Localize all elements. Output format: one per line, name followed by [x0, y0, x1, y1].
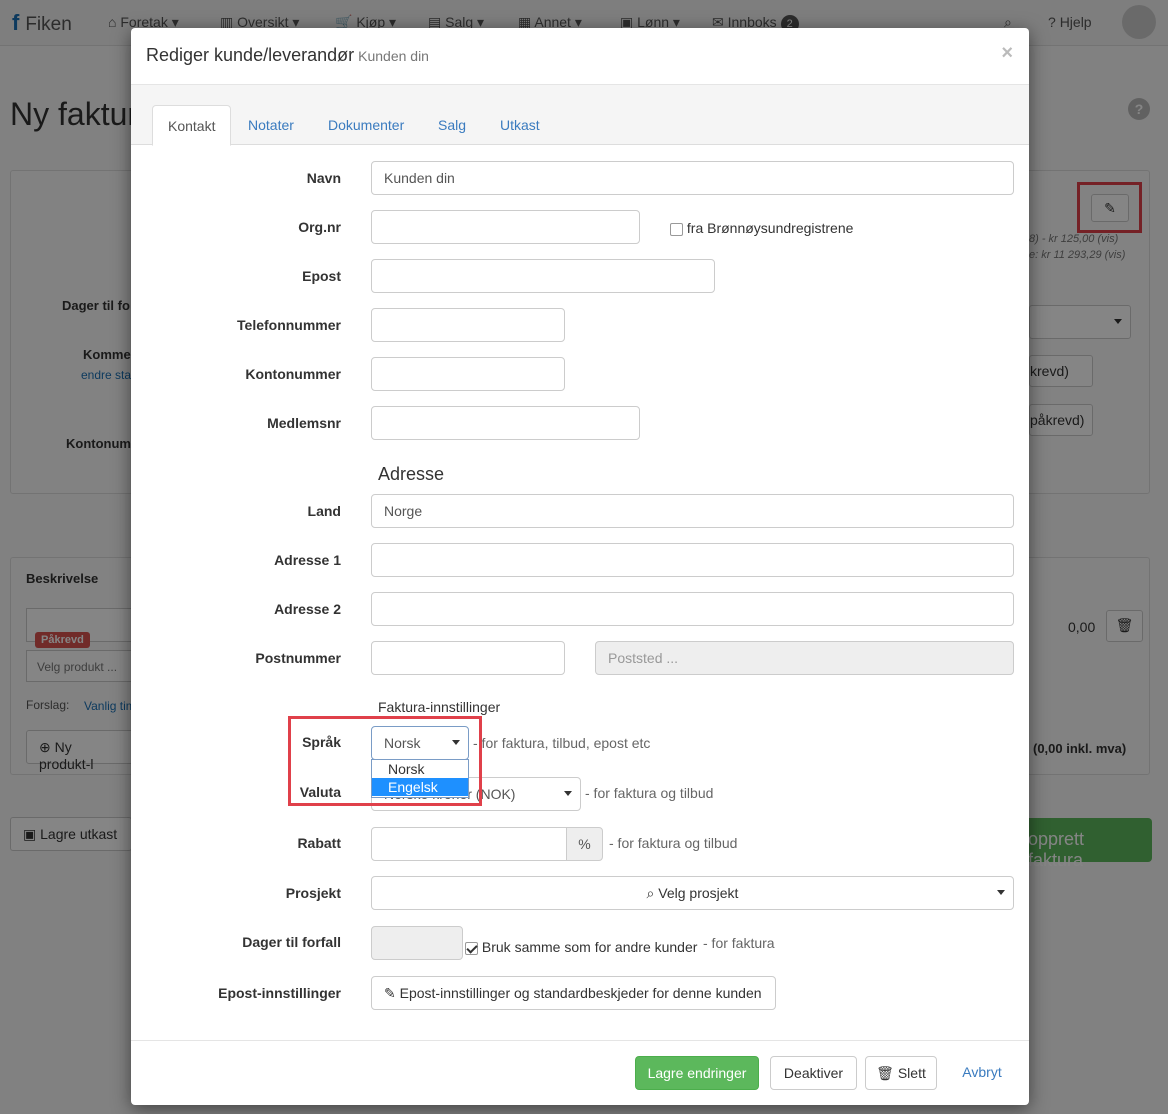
highlight-box-sprak: [288, 716, 482, 806]
percent-addon: %: [566, 827, 603, 861]
epost-settings-button[interactable]: ✎ Epost-innstillinger og standardbeskjed…: [371, 976, 776, 1010]
navn-input[interactable]: Kunden din: [371, 161, 1014, 195]
cancel-button[interactable]: Avbryt: [951, 1056, 1013, 1090]
same-as-others-checkbox[interactable]: Bruk samme som for andre kunder: [465, 939, 697, 955]
tab-kontakt[interactable]: Kontakt: [152, 105, 232, 146]
rabatt-input[interactable]: [371, 827, 567, 861]
modal-subtitle: Kunden din: [358, 48, 429, 64]
postnummer-label: Postnummer: [255, 650, 341, 666]
modal-title: Rediger kunde/leverandør Kunden din: [146, 45, 429, 65]
trash-icon: 🗑: [876, 1065, 894, 1081]
valuta-hint: - for faktura og tilbud: [585, 785, 714, 801]
konto-label: Kontonummer: [245, 366, 341, 382]
tab-notater[interactable]: Notater: [233, 105, 309, 146]
rabatt-hint: - for faktura og tilbud: [609, 835, 738, 851]
save-button[interactable]: Lagre endringer: [635, 1056, 759, 1090]
prosjekt-label: Prosjekt: [285, 885, 341, 901]
rabatt-label: Rabatt: [297, 835, 341, 851]
tab-utkast[interactable]: Utkast: [485, 105, 555, 146]
orgnr-input[interactable]: [371, 210, 640, 244]
medlem-input[interactable]: [371, 406, 640, 440]
deactivate-button[interactable]: Deaktiver: [770, 1056, 857, 1090]
konto-input[interactable]: [371, 357, 565, 391]
epost-settings-label: Epost-innstillinger: [218, 985, 341, 1001]
telefon-input[interactable]: [371, 308, 565, 342]
navn-label: Navn: [306, 170, 341, 186]
footer-divider: [131, 1040, 1029, 1041]
epost-label: Epost: [302, 268, 341, 284]
postnummer-input[interactable]: [371, 641, 565, 675]
adresse-heading: Adresse: [378, 464, 445, 484]
forfall-label: Dager til forfall: [242, 934, 341, 950]
same-as-others-label: Bruk samme som for andre kunder: [481, 939, 698, 955]
orgnr-label: Org.nr: [298, 219, 341, 235]
forfall-hint: - for faktura: [703, 935, 775, 951]
forfall-input: [371, 926, 463, 960]
edit-customer-modal: Rediger kunde/leverandør Kunden din × Kon…: [131, 28, 1029, 1105]
tab-dokumenter[interactable]: Dokumenter: [313, 105, 419, 146]
land-input[interactable]: Norge: [371, 494, 1014, 528]
tab-bar: Kontakt Notater Dokumenter Salg Utkast: [131, 85, 1029, 146]
edit-icon: ✎: [384, 985, 396, 1001]
faktura-heading: Faktura-innstillinger: [378, 699, 501, 715]
close-icon[interactable]: ×: [1001, 42, 1013, 65]
search-icon: ⌕: [646, 885, 655, 901]
bronnoy-label: fra Brønnøysundregistrene: [686, 220, 854, 236]
land-label: Land: [307, 503, 341, 519]
delete-button[interactable]: 🗑 Slett: [865, 1056, 937, 1090]
poststed-input: Poststed ...: [595, 641, 1014, 675]
epost-input[interactable]: [371, 259, 715, 293]
chevron-down-icon: [564, 791, 572, 796]
telefon-label: Telefonnummer: [237, 317, 341, 333]
medlem-label: Medlemsnr: [267, 415, 341, 431]
prosjekt-select[interactable]: ⌕ Velg prosjekt: [371, 876, 1014, 910]
chevron-down-icon: [997, 890, 1005, 895]
adresse1-input[interactable]: [371, 543, 1014, 577]
sprak-hint: - for faktura, tilbud, epost etc: [473, 735, 651, 751]
tab-salg[interactable]: Salg: [423, 105, 481, 146]
bronnoy-checkbox[interactable]: fra Brønnøysundregistrene: [670, 220, 853, 236]
adresse2-input[interactable]: [371, 592, 1014, 626]
adresse2-label: Adresse 2: [274, 601, 341, 617]
adresse1-label: Adresse 1: [274, 552, 341, 568]
